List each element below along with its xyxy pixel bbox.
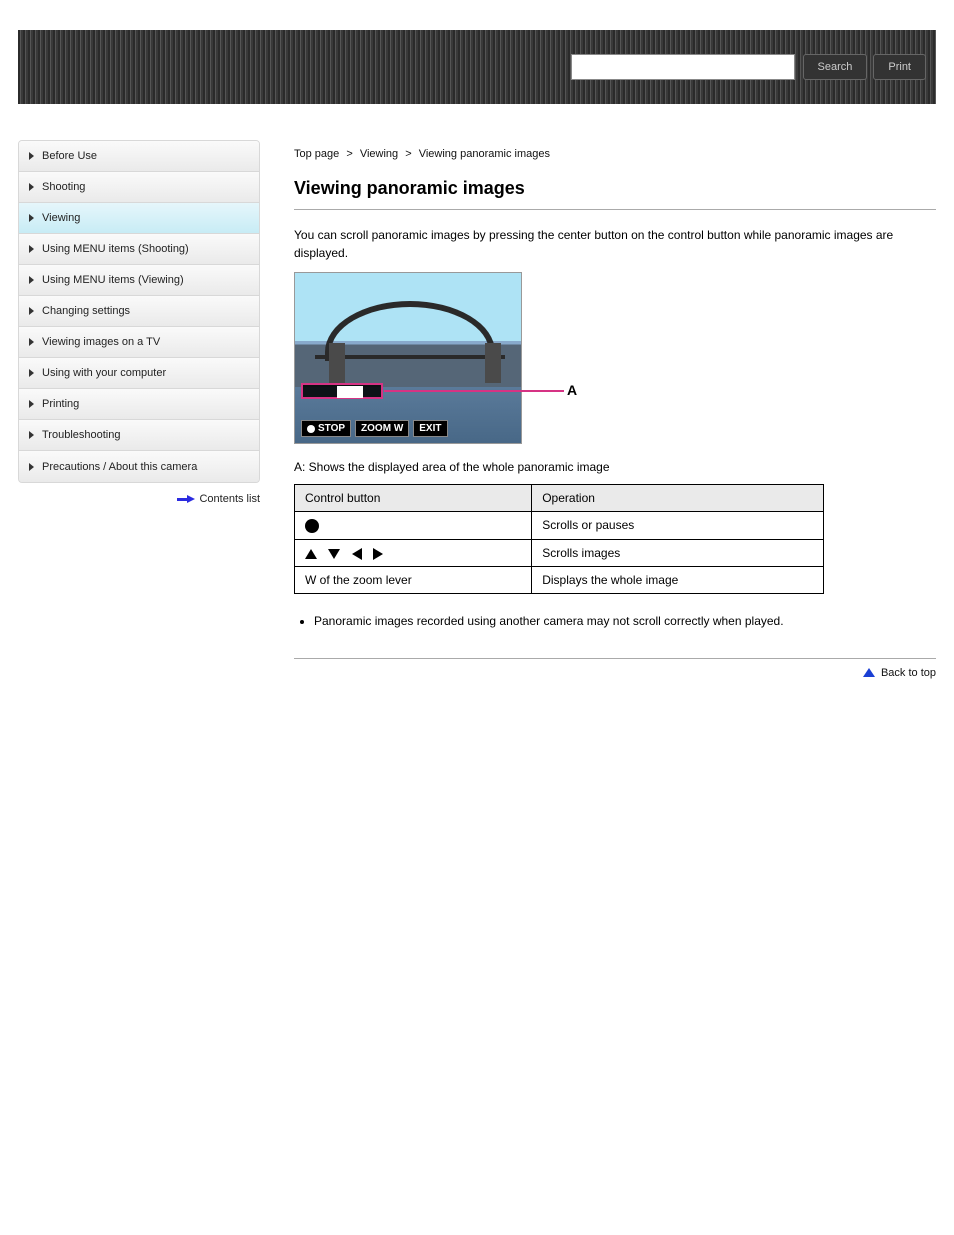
chevron-right-icon [29, 152, 34, 160]
sidebar-item-shooting[interactable]: Shooting [19, 172, 259, 203]
chevron-right-icon [29, 463, 34, 471]
table-row: Scrolls or pauses [295, 512, 824, 540]
example-screen-wrap: STOP ZOOM W EXIT A [294, 272, 936, 444]
arrow-up-icon [863, 668, 875, 677]
chevron-right-icon [29, 431, 34, 439]
arrow-up-icon [305, 549, 317, 559]
sidebar-item-label: Using MENU items (Shooting) [42, 243, 189, 255]
table-row: W of the zoom lever Displays the whole i… [295, 566, 824, 593]
chevron-right-icon [29, 338, 34, 346]
screen-stop-button: STOP [301, 420, 351, 437]
breadcrumb-separator: > [405, 148, 411, 160]
breadcrumb-item[interactable]: Top page [294, 148, 339, 160]
arrow-left-icon [352, 548, 362, 560]
sidebar-item-troubleshooting[interactable]: Troubleshooting [19, 420, 259, 451]
sidebar-item-label: Precautions / About this camera [42, 461, 197, 473]
chevron-right-icon [29, 369, 34, 377]
sidebar-item-computer[interactable]: Using with your computer [19, 358, 259, 389]
sidebar-item-label: Viewing images on a TV [42, 336, 160, 348]
sidebar: Before Use Shooting Viewing Using MENU i… [18, 140, 260, 505]
sidebar-item-label: Using with your computer [42, 367, 166, 379]
chevron-right-icon [29, 400, 34, 408]
sidebar-item-label: Changing settings [42, 305, 130, 317]
main-content: Top page > Viewing > Viewing panoramic i… [260, 140, 936, 679]
sidebar-item-changing-settings[interactable]: Changing settings [19, 296, 259, 327]
table-cell-symbol [295, 539, 532, 566]
stop-label: STOP [318, 423, 345, 434]
table-row: Scrolls images [295, 539, 824, 566]
sidebar-item-before-use[interactable]: Before Use [19, 141, 259, 172]
zoomw-label: ZOOM W [361, 423, 403, 434]
sidebar-item-menu-shooting[interactable]: Using MENU items (Shooting) [19, 234, 259, 265]
screen-zoomw-button: ZOOM W [355, 420, 409, 437]
table-cell-desc: Displays the whole image [532, 566, 824, 593]
notes-list: Panoramic images recorded using another … [294, 612, 936, 630]
page-title: Viewing panoramic images [294, 178, 936, 210]
display-area-frame [301, 383, 383, 399]
camera-screen-illustration: STOP ZOOM W EXIT [294, 272, 522, 444]
sidebar-item-label: Printing [42, 398, 79, 410]
sidebar-item-label: Troubleshooting [42, 429, 120, 441]
sidebar-item-viewing[interactable]: Viewing [19, 203, 259, 234]
table-header-operation: Operation [532, 485, 824, 512]
contents-list-label: Contents list [199, 493, 260, 505]
chevron-right-icon [29, 307, 34, 315]
breadcrumb: Top page > Viewing > Viewing panoramic i… [294, 148, 936, 160]
chevron-right-icon [29, 245, 34, 253]
sidebar-item-precautions[interactable]: Precautions / About this camera [19, 451, 259, 482]
intro-paragraph: You can scroll panoramic images by press… [294, 226, 936, 262]
caption-a: A: Shows the displayed area of the whole… [294, 460, 936, 474]
sidebar-item-tv[interactable]: Viewing images on a TV [19, 327, 259, 358]
record-dot-icon [307, 425, 315, 433]
breadcrumb-item[interactable]: Viewing [360, 148, 398, 160]
callout-label-a: A [567, 382, 577, 398]
arrow-down-icon [328, 549, 340, 559]
sidebar-item-label: Using MENU items (Viewing) [42, 274, 184, 286]
sidebar-item-label: Before Use [42, 150, 97, 162]
arrow-right-icon [177, 495, 193, 503]
breadcrumb-separator: > [346, 148, 352, 160]
back-to-top-link[interactable]: Back to top [294, 658, 936, 679]
header-strip: Search Print [18, 30, 936, 104]
print-button[interactable]: Print [873, 54, 926, 80]
center-button-icon [305, 519, 319, 533]
sidebar-item-printing[interactable]: Printing [19, 389, 259, 420]
chevron-right-icon [29, 214, 34, 222]
table-cell-symbol [295, 512, 532, 540]
exit-label: EXIT [419, 423, 441, 434]
screen-exit-button: EXIT [413, 420, 447, 437]
breadcrumb-item: Viewing panoramic images [419, 148, 550, 160]
chevron-right-icon [29, 276, 34, 284]
search-input[interactable] [571, 54, 795, 80]
search-button[interactable]: Search [803, 54, 868, 80]
sidebar-nav: Before Use Shooting Viewing Using MENU i… [18, 140, 260, 483]
back-to-top-label: Back to top [881, 667, 936, 679]
table-cell-desc: Scrolls or pauses [532, 512, 824, 540]
operations-table: Control button Operation Scrolls or paus… [294, 484, 824, 594]
arrow-right-icon [373, 548, 383, 560]
sidebar-item-label: Shooting [42, 181, 85, 193]
table-cell-text: W of the zoom lever [295, 566, 532, 593]
chevron-right-icon [29, 183, 34, 191]
callout-line [384, 390, 564, 392]
sidebar-item-menu-viewing[interactable]: Using MENU items (Viewing) [19, 265, 259, 296]
note-item: Panoramic images recorded using another … [314, 612, 936, 630]
contents-list-link[interactable]: Contents list [18, 493, 260, 505]
sidebar-item-label: Viewing [42, 212, 80, 224]
table-header-control: Control button [295, 485, 532, 512]
screen-button-bar: STOP ZOOM W EXIT [301, 420, 448, 437]
table-cell-desc: Scrolls images [532, 539, 824, 566]
